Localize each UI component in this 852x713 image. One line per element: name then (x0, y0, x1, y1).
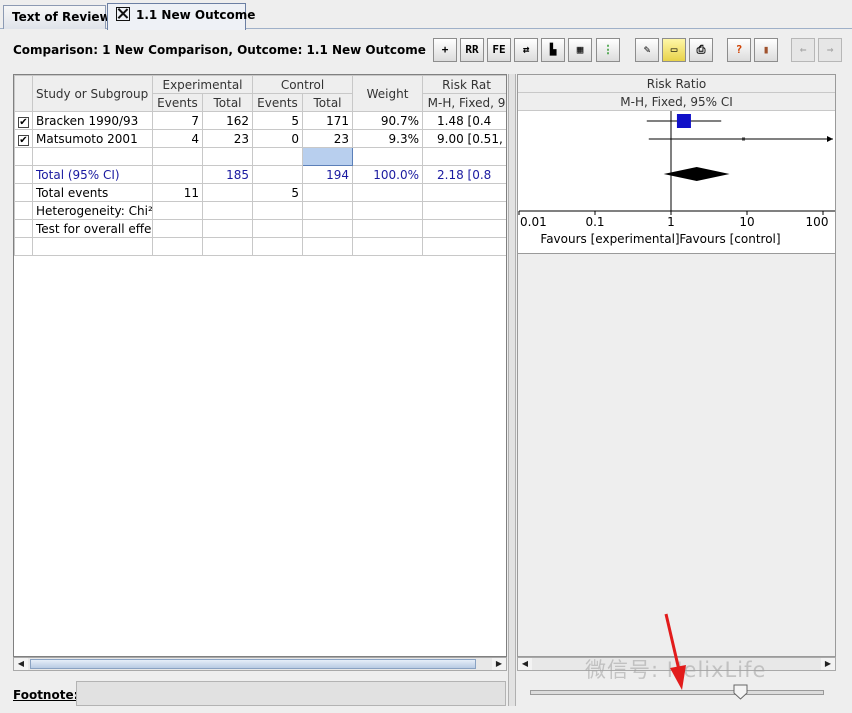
heterogeneity-row: Heterogeneity: Chi² ... (14, 201, 506, 220)
book-icon[interactable]: ▮ (754, 38, 778, 62)
x-tick-label: 10 (739, 215, 754, 229)
x-tick-label: 0.1 (585, 215, 604, 229)
header-e-events: Events (152, 93, 203, 112)
total-weight: 100.0% (352, 165, 424, 184)
header-study[interactable]: Study or Subgroup ▲ (32, 75, 153, 112)
back-icon[interactable]: ← (791, 38, 815, 62)
favours-experimental-label: Favours [experimental] (540, 232, 679, 246)
properties-icon[interactable]: ✎ (635, 38, 659, 62)
scroll-right-icon[interactable]: ▶ (492, 658, 506, 670)
tab-label: 1.1 New Outcome (136, 8, 256, 22)
forest-header: Risk Ratio (518, 75, 835, 93)
overall-effect-row: Test for overall effe... (14, 219, 506, 238)
table-row[interactable]: ✔ Matsumoto 2001 4 23 0 23 9.3% 9.00 [0.… (14, 129, 506, 148)
table-row[interactable]: ✔ Bracken 1990/93 7 162 5 171 90.7% 1.48… (14, 111, 506, 130)
help-icon[interactable]: ? (727, 38, 751, 62)
total-c-events: 5 (252, 183, 303, 202)
total-e-events: 11 (152, 183, 203, 202)
add-study-icon[interactable]: + (433, 38, 457, 62)
e-total-cell[interactable]: 162 (202, 111, 253, 130)
scroll-left-icon[interactable]: ◀ (14, 658, 28, 670)
header-method: M-H, Fixed, 9 (422, 93, 506, 112)
header-e-total: Total (202, 93, 253, 112)
header-c-total: Total (301, 93, 354, 112)
x-tick-label: 1 (667, 215, 675, 229)
c-total-cell[interactable]: 171 (301, 111, 354, 130)
study-name[interactable]: Bracken 1990/93 (32, 111, 153, 130)
weight-cell: 90.7% (352, 111, 424, 130)
rr-cell: 9.00 [0.51, (422, 129, 506, 148)
blank-row (14, 237, 506, 256)
rr-cell: 1.48 [0.4 (422, 111, 506, 130)
e-events-cell[interactable]: 7 (152, 111, 203, 130)
print-icon[interactable]: ⎙ (689, 38, 713, 62)
header-risk-ratio: Risk Rat (422, 75, 506, 94)
table-hscrollbar[interactable]: ◀ ▶ (13, 657, 507, 671)
study-box (742, 137, 746, 141)
scroll-thumb[interactable] (30, 659, 476, 669)
total-c-total: 194 (301, 165, 354, 184)
data-table: Study or Subgroup ▲ Experimental Control… (13, 74, 507, 657)
events-label: Total events (32, 183, 153, 202)
header-weight: Weight (352, 75, 424, 112)
tab-bar: Text of Review 1.1 New Outcome (0, 0, 852, 30)
footnote-label: Footnote: (13, 688, 79, 702)
header-control: Control (251, 75, 354, 94)
pane-splitter[interactable] (508, 74, 516, 706)
tab-new-outcome[interactable]: 1.1 New Outcome (107, 3, 255, 30)
forest-chart: 0.01 0.1 1 10 100 Favours [experimental] Favou… (518, 111, 835, 246)
page-title: Comparison: 1 New Comparison, Outcome: 1… (13, 43, 426, 57)
pooled-diamond (663, 167, 730, 181)
c-events-cell[interactable]: 0 (252, 129, 303, 148)
favours-control-label: Favours [control] (679, 232, 780, 246)
c-total-cell[interactable]: 23 (301, 129, 354, 148)
sort-icon[interactable]: ⇄ (514, 38, 538, 62)
forest-plot: Risk Ratio M-H, Fixed, 95% CI 0.01 0.1 1 10… (517, 74, 836, 254)
overall-effect-label: Test for overall effe... (32, 219, 153, 238)
grid-icon[interactable]: ⋮ (596, 38, 620, 62)
scroll-left-icon[interactable]: ◀ (518, 658, 532, 670)
e-total-cell[interactable]: 23 (202, 129, 253, 148)
header-experimental: Experimental (152, 75, 253, 94)
heterogeneity-label: Heterogeneity: Chi² ... (32, 201, 153, 220)
x-tick-label: 0.01 (520, 215, 547, 229)
tab-text-of-review[interactable]: Text of Review (3, 5, 111, 29)
annotation-arrow-icon (664, 613, 686, 690)
empty-row[interactable] (14, 147, 506, 166)
graph-icon[interactable]: ▙ (541, 38, 565, 62)
total-row: Total (95% CI) 185 194 100.0% 2.18 [0.8 (14, 165, 506, 184)
selected-cell[interactable] (301, 147, 354, 166)
header-c-events: Events (252, 93, 303, 112)
ci-arrow-icon (827, 136, 833, 142)
c-events-cell[interactable]: 5 (252, 111, 303, 130)
study-box (676, 114, 691, 128)
scroll-right-icon[interactable]: ▶ (821, 658, 835, 670)
rr-button[interactable]: RR (460, 38, 484, 62)
total-e-total: 185 (202, 165, 253, 184)
forward-icon[interactable]: → (818, 38, 842, 62)
e-events-cell[interactable]: 4 (152, 129, 203, 148)
include-checkbox[interactable]: ✔ (18, 134, 29, 146)
forest-subheader: M-H, Fixed, 95% CI (518, 93, 835, 111)
zoom-slider-thumb[interactable] (733, 684, 748, 700)
x-tick-label: 100 (806, 215, 829, 229)
events-row: Total events 11 5 (14, 183, 506, 202)
total-rr: 2.18 [0.8 (422, 165, 506, 184)
study-name[interactable]: Matsumoto 2001 (32, 129, 153, 148)
weight-cell: 9.3% (352, 129, 424, 148)
footnote-field[interactable] (76, 681, 506, 706)
note-icon[interactable]: ▭ (662, 38, 686, 62)
fe-button[interactable]: FE (487, 38, 511, 62)
include-checkbox[interactable]: ✔ (18, 116, 29, 128)
close-tab-icon[interactable] (116, 7, 130, 21)
calculator-icon[interactable]: ▦ (568, 38, 592, 62)
total-label: Total (95% CI) (32, 165, 153, 184)
